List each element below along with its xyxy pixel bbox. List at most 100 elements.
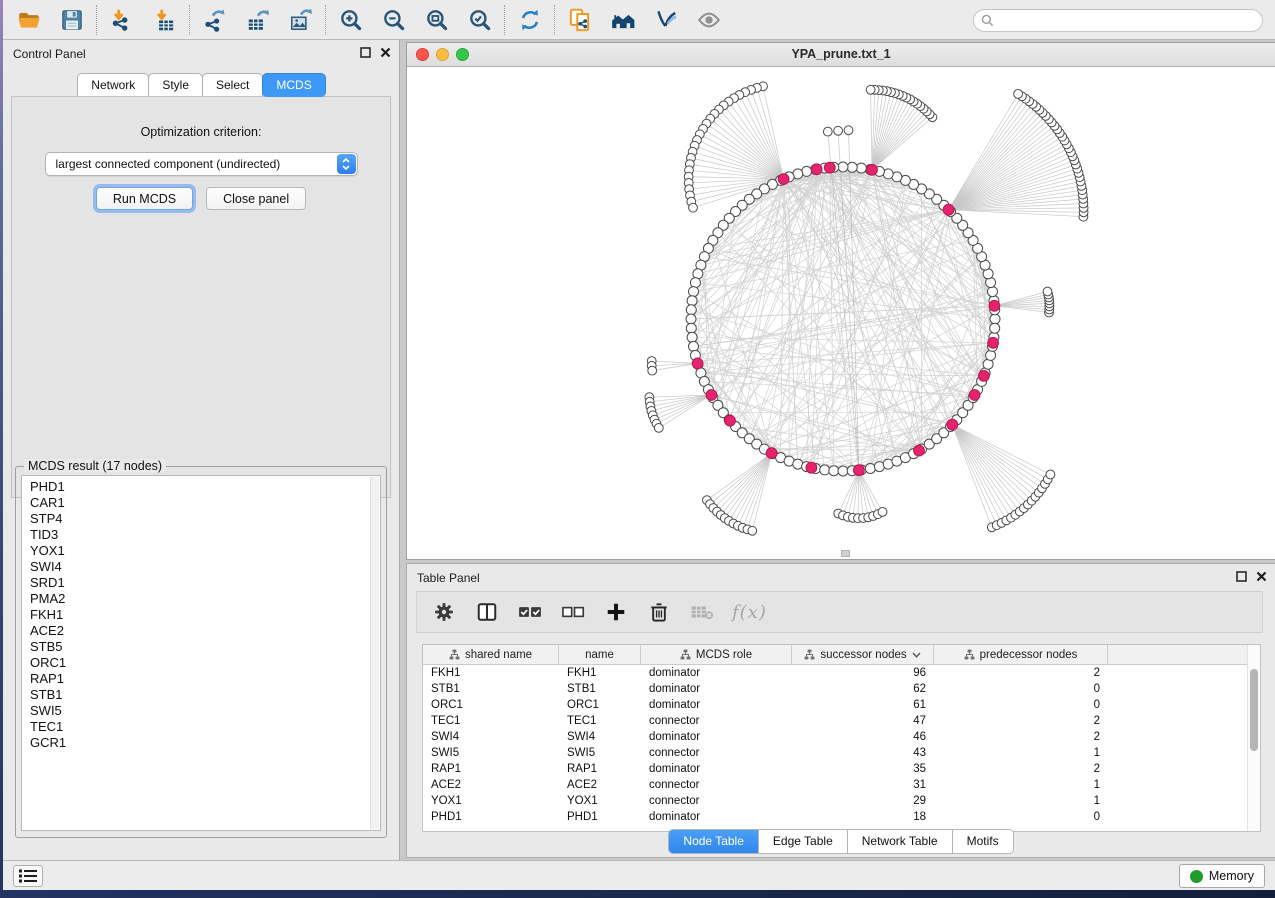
export-image-button[interactable] (279, 3, 322, 37)
tab-node-table[interactable]: Node Table (669, 830, 759, 853)
table-row-YOX1[interactable]: YOX1YOX1connector291 (423, 793, 1260, 809)
tab-edge-table[interactable]: Edge Table (759, 830, 848, 853)
tab-network[interactable]: Network (77, 73, 149, 97)
column-header-MCDS-role[interactable]: MCDS role (641, 645, 792, 665)
close-panel-icon[interactable] (380, 47, 391, 58)
toolbar-separator (325, 5, 326, 35)
float-panel-icon[interactable] (1236, 571, 1247, 582)
mcds-node-item: PMA2 (30, 591, 366, 607)
mcds-list-scrollbar[interactable] (370, 477, 379, 829)
cell-MCDS-role: connector (641, 713, 792, 729)
table-row-TEC1[interactable]: TEC1TEC1connector472 (423, 713, 1260, 729)
table-row-RAP1[interactable]: RAP1RAP1dominator352 (423, 761, 1260, 777)
share-document-button[interactable] (558, 3, 601, 37)
search-input[interactable] (998, 14, 1262, 28)
open-session-button[interactable] (7, 3, 50, 37)
zoom-fit-button[interactable] (415, 3, 458, 37)
node-table[interactable]: shared namenameMCDS rolesuccessor nodesp… (422, 644, 1261, 832)
network-canvas[interactable] (407, 67, 1275, 559)
table-scrollbar-thumb[interactable] (1250, 669, 1258, 751)
table-row-ORC1[interactable]: ORC1ORC1dominator610 (423, 697, 1260, 713)
tab-network-table[interactable]: Network Table (848, 830, 953, 853)
mcds-node-item: STB5 (30, 639, 366, 655)
table-row-SWI4[interactable]: SWI4SWI4dominator462 (423, 729, 1260, 745)
add-column-button[interactable] (603, 599, 629, 625)
close-panel-icon[interactable] (1256, 571, 1267, 582)
mcds-result-list[interactable]: PHD1CAR1STP4TID3YOX1SWI4SRD1PMA2FKH1ACE2… (21, 475, 381, 831)
task-history-button[interactable] (13, 865, 43, 887)
settings-gear-button[interactable] (431, 599, 457, 625)
close-panel-button[interactable]: Close panel (206, 187, 306, 210)
zoom-out-button[interactable] (372, 3, 415, 37)
tab-style[interactable]: Style (148, 73, 203, 97)
node-table-header: shared namenameMCDS rolesuccessor nodesp… (423, 645, 1260, 665)
eye-hidden-button[interactable] (687, 3, 730, 37)
float-panel-icon[interactable] (360, 47, 371, 58)
import-table-button[interactable] (143, 3, 186, 37)
cell-shared-name: FKH1 (423, 665, 559, 681)
column-header-name[interactable]: name (559, 645, 641, 665)
deselect-all-button[interactable] (560, 599, 586, 625)
column-selector-button[interactable] (474, 599, 500, 625)
refresh-icon (517, 7, 543, 33)
main-toolbar (3, 0, 1275, 40)
mcds-result-items: PHD1CAR1STP4TID3YOX1SWI4SRD1PMA2FKH1ACE2… (30, 479, 366, 751)
table-row-PHD1[interactable]: PHD1PHD1dominator180 (423, 809, 1260, 825)
memory-label: Memory (1209, 869, 1254, 883)
network-canvas-svg[interactable] (407, 67, 1274, 559)
cell-successor-nodes: 43 (792, 745, 934, 761)
style-brush-button[interactable] (644, 3, 687, 37)
cell-shared-name: TEC1 (423, 713, 559, 729)
mcds-node-item: TEC1 (30, 719, 366, 735)
select-all-button[interactable] (517, 599, 543, 625)
delete-column-button[interactable] (646, 599, 672, 625)
zoom-fit-icon (424, 7, 450, 33)
zoom-selected-icon (467, 7, 493, 33)
cell-successor-nodes: 29 (792, 793, 934, 809)
zoom-selected-button[interactable] (458, 3, 501, 37)
cell-shared-name: STB1 (423, 681, 559, 697)
tab-mcds[interactable]: MCDS (262, 73, 325, 97)
table-row-SWI5[interactable]: SWI5SWI5connector431 (423, 745, 1260, 761)
network-titlebar[interactable]: YPA_prune.txt_1 (407, 43, 1275, 67)
cell-shared-name: PHD1 (423, 809, 559, 825)
memory-button[interactable]: Memory (1179, 864, 1265, 888)
optimization-criterion-select[interactable]: largest connected component (undirected) (45, 152, 358, 176)
export-table-button[interactable] (236, 3, 279, 37)
cell-predecessor-nodes: 1 (934, 777, 1108, 793)
network-nodes (645, 82, 1088, 535)
cell-successor-nodes: 62 (792, 681, 934, 697)
optimization-criterion-label: Optimization criterion: (12, 125, 390, 139)
import-network-button[interactable] (100, 3, 143, 37)
cell-MCDS-role: dominator (641, 729, 792, 745)
gear-icon (433, 601, 455, 623)
cell-MCDS-role: dominator (641, 665, 792, 681)
column-header-predecessor-nodes[interactable]: predecessor nodes (934, 645, 1108, 665)
table-row-ACE2[interactable]: ACE2ACE2connector311 (423, 777, 1260, 793)
canvas-grip[interactable] (841, 550, 850, 557)
mcds-node-item: SRD1 (30, 575, 366, 591)
search-field[interactable] (973, 9, 1263, 32)
cell-name: TEC1 (559, 713, 641, 729)
save-session-button[interactable] (50, 3, 93, 37)
cell-successor-nodes: 31 (792, 777, 934, 793)
cell-name: ORC1 (559, 697, 641, 713)
table-row-STB1[interactable]: STB1STB1dominator620 (423, 681, 1260, 697)
table-row-FKH1[interactable]: FKH1FKH1dominator962 (423, 665, 1260, 681)
home-networks-button[interactable] (601, 3, 644, 37)
mcds-node-item: ACE2 (30, 623, 366, 639)
export-network-button[interactable] (193, 3, 236, 37)
column-header-shared-name[interactable]: shared name (423, 645, 559, 665)
column-header-successor-nodes[interactable]: successor nodes (792, 645, 934, 665)
cell-predecessor-nodes: 1 (934, 745, 1108, 761)
table-scrollbar[interactable] (1247, 645, 1260, 831)
column-header-filler (1108, 645, 1260, 665)
tab-select[interactable]: Select (202, 73, 263, 97)
cell-MCDS-role: dominator (641, 761, 792, 777)
cell-shared-name: ACE2 (423, 777, 559, 793)
tab-motifs[interactable]: Motifs (953, 830, 1013, 853)
toolbar-separator (189, 5, 190, 35)
zoom-in-button[interactable] (329, 3, 372, 37)
refresh-button[interactable] (508, 3, 551, 37)
run-mcds-button[interactable]: Run MCDS (96, 187, 193, 210)
